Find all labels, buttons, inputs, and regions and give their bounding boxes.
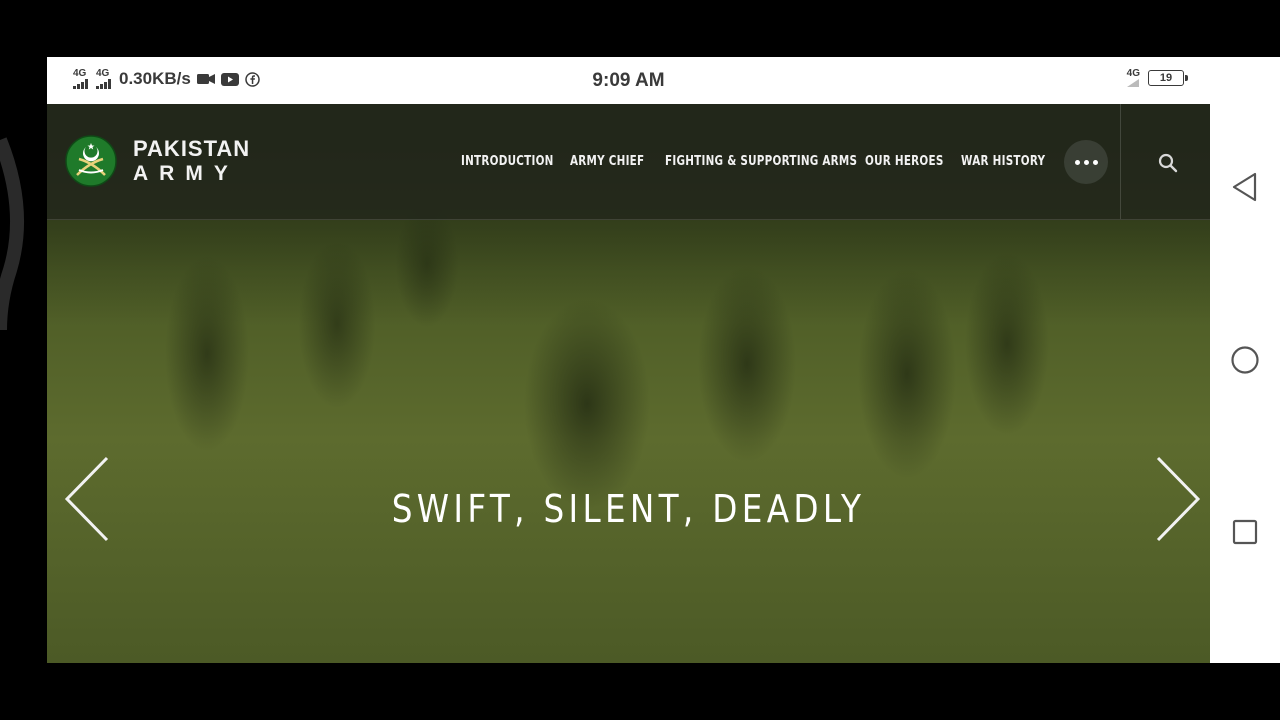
clock: 9:09 AM [592, 70, 665, 91]
army-emblem-icon [65, 135, 117, 187]
phone-screen: 4G 4G 0.30KB/s 9:09 AM 4G 19 PAKISTAN AR… [47, 57, 1210, 663]
nav-war-history[interactable]: WAR HISTORY [961, 154, 1045, 169]
back-icon[interactable] [1228, 170, 1262, 204]
signal-triangle-icon [1126, 79, 1139, 87]
nav-army-chief[interactable]: ARMY CHIEF [570, 154, 644, 169]
logo-line-1: PAKISTAN [133, 136, 251, 161]
hero-slogan: SWIFT, SILENT, DEADLY [391, 487, 866, 531]
hero-slider: PAKISTAN ARMY INTRODUCTION ARMY CHIEF FI… [47, 104, 1210, 663]
status-right: 4G 19 [1126, 68, 1188, 87]
nav-our-heroes[interactable]: OUR HEROES [865, 154, 944, 169]
search-icon[interactable] [1157, 152, 1179, 174]
logo-line-2: ARMY [133, 162, 239, 185]
chevron-left-icon[interactable] [61, 454, 111, 544]
logo-text: PAKISTAN ARMY [133, 136, 251, 185]
signal-right: 4G [1126, 68, 1140, 87]
status-bar: 4G 4G 0.30KB/s 9:09 AM 4G 19 [47, 57, 1210, 104]
more-icon[interactable] [1064, 140, 1108, 184]
background-swirl [0, 137, 25, 331]
chevron-right-icon[interactable] [1154, 454, 1204, 544]
nav-introduction[interactable]: INTRODUCTION [461, 154, 554, 169]
recents-icon[interactable] [1228, 515, 1262, 549]
nav-divider [1120, 104, 1121, 219]
android-nav-bar [1210, 57, 1280, 663]
site-header: PAKISTAN ARMY INTRODUCTION ARMY CHIEF FI… [47, 104, 1210, 220]
nav-fighting-supporting-arms[interactable]: FIGHTING & SUPPORTING ARMS [665, 154, 857, 169]
network-type-right: 4G [1126, 68, 1140, 79]
battery-icon: 19 [1148, 70, 1188, 86]
home-icon[interactable] [1228, 343, 1262, 377]
site-logo[interactable]: PAKISTAN ARMY [65, 135, 250, 187]
